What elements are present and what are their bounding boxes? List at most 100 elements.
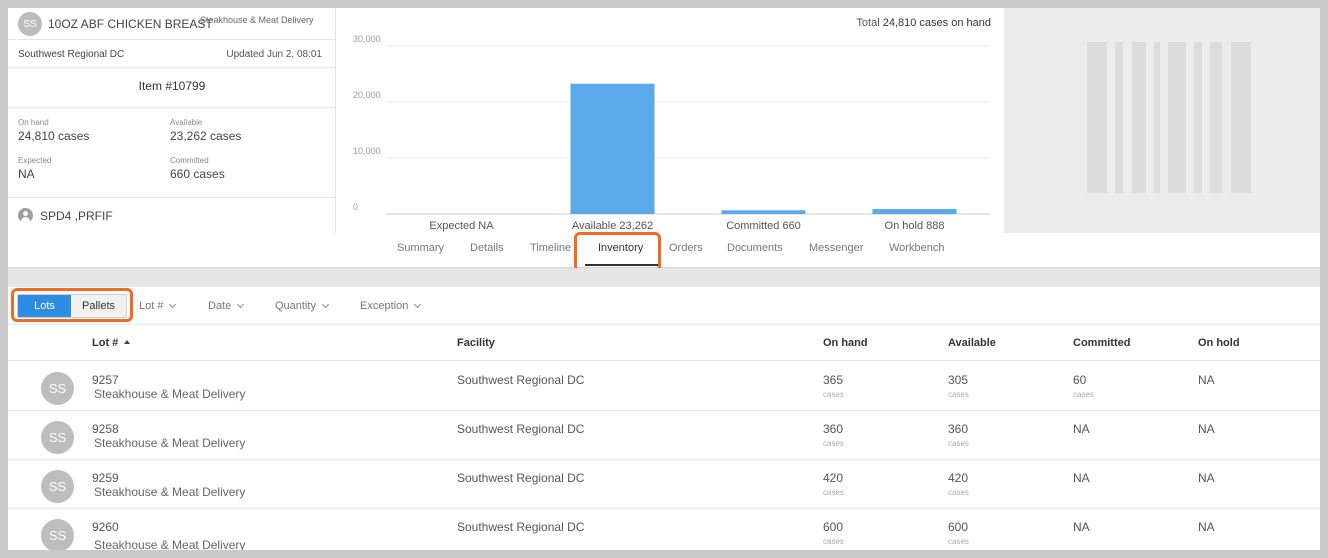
item-vendor: Steakhouse & Meat Delivery bbox=[200, 15, 314, 25]
table-row[interactable]: SS 9260 Steakhouse & Meat Delivery South… bbox=[8, 509, 1320, 550]
on-hand-stat: On hand 24,810 cases bbox=[18, 118, 89, 143]
on-hand-label: On hand bbox=[18, 118, 49, 127]
column-header-facility[interactable]: Facility bbox=[457, 337, 495, 349]
inventory-tab-highlight bbox=[574, 232, 661, 272]
lot-on-hand: 420 bbox=[823, 471, 844, 485]
table-header: Lot # Facility On hand Available Committ… bbox=[8, 325, 1320, 361]
tab-bar: Summary Details Timeline Inventory Order… bbox=[8, 233, 1320, 268]
user-icon bbox=[18, 208, 33, 223]
facility-name: Southwest Regional DC bbox=[18, 49, 125, 60]
quantity-filter-label: Quantity bbox=[275, 300, 316, 312]
vendor-avatar: SS bbox=[41, 519, 74, 550]
on-hand-unit: cases bbox=[823, 390, 844, 399]
lot-filter-label: Lot # bbox=[139, 300, 164, 312]
exception-filter-label: Exception bbox=[360, 300, 409, 312]
chart-bar-committed[interactable] bbox=[721, 210, 806, 214]
vendor-avatar: SS bbox=[41, 470, 74, 503]
lot-committed: NA bbox=[1073, 422, 1090, 436]
expected-label: Expected bbox=[18, 156, 52, 165]
assigned-user-row: SPD4 ,PRFIF bbox=[8, 197, 336, 233]
lot-on-hold: NA bbox=[1198, 471, 1215, 485]
lot-on-hand: 365 bbox=[823, 373, 844, 387]
available-unit: cases bbox=[948, 439, 969, 448]
app-frame: SS 10OZ ABF CHICKEN BREAST Steakhouse & … bbox=[8, 8, 1320, 550]
chevron-down-icon bbox=[169, 300, 177, 309]
table-row[interactable]: SS 9259 Steakhouse & Meat Delivery South… bbox=[8, 460, 1320, 509]
lot-available: 360 bbox=[948, 422, 969, 436]
tab-summary[interactable]: Summary bbox=[397, 242, 444, 254]
lot-available: 420 bbox=[948, 471, 969, 485]
on-hand-unit: cases bbox=[823, 488, 844, 497]
lot-vendor: Steakhouse & Meat Delivery bbox=[94, 538, 246, 550]
lot-number: 9259 bbox=[92, 471, 119, 485]
column-lot-label: Lot # bbox=[92, 337, 119, 349]
committed-value: 660 cases bbox=[170, 167, 225, 181]
tab-orders[interactable]: Orders bbox=[669, 242, 703, 254]
y-tick-label: 10,000 bbox=[353, 146, 381, 156]
y-tick-label: 20,000 bbox=[353, 90, 381, 100]
tab-documents[interactable]: Documents bbox=[727, 242, 783, 254]
lot-committed: NA bbox=[1073, 471, 1090, 485]
column-header-lot[interactable]: Lot # bbox=[92, 337, 131, 349]
item-number: Item #10799 bbox=[138, 79, 206, 93]
vendor-avatar: SS bbox=[18, 12, 42, 36]
chart-total-prefix: Total bbox=[856, 17, 880, 29]
lot-on-hold: NA bbox=[1198, 520, 1215, 534]
column-header-available[interactable]: Available bbox=[948, 337, 996, 349]
exception-filter-dropdown[interactable]: Exception bbox=[360, 300, 422, 312]
committed-stat: Committed 660 cases bbox=[170, 156, 225, 181]
item-summary-panel: SS 10OZ ABF CHICKEN BREAST Steakhouse & … bbox=[8, 8, 336, 233]
available-unit: cases bbox=[948, 537, 969, 546]
lot-on-hand: 600 bbox=[823, 520, 844, 534]
barcode-placeholder bbox=[1004, 8, 1320, 233]
on-hand-unit: cases bbox=[823, 439, 844, 448]
lot-committed: 60 bbox=[1073, 373, 1087, 387]
lot-vendor: Steakhouse & Meat Delivery bbox=[94, 436, 246, 450]
chevron-down-icon bbox=[414, 300, 422, 309]
chevron-down-icon bbox=[321, 300, 330, 309]
lot-number: 9257 bbox=[92, 373, 119, 387]
updated-timestamp: Updated Jun 2, 08:01 bbox=[226, 49, 322, 60]
x-category-label: On hold 888 bbox=[885, 220, 945, 232]
tab-details[interactable]: Details bbox=[470, 242, 504, 254]
item-header: SS 10OZ ABF CHICKEN BREAST Steakhouse & … bbox=[8, 8, 1320, 233]
available-stat: Available 23,262 cases bbox=[170, 118, 241, 143]
chart-bar-available[interactable] bbox=[570, 83, 655, 214]
available-unit: cases bbox=[948, 488, 969, 497]
item-number-row: Item #10799 bbox=[8, 68, 336, 108]
committed-unit: cases bbox=[1073, 390, 1094, 399]
lot-committed: NA bbox=[1073, 520, 1090, 534]
quantity-filter-dropdown[interactable]: Quantity bbox=[275, 300, 330, 312]
column-header-on-hand[interactable]: On hand bbox=[823, 337, 868, 349]
on-hand-value: 24,810 cases bbox=[18, 129, 90, 143]
x-category-label: Committed 660 bbox=[726, 220, 801, 232]
lot-facility: Southwest Regional DC bbox=[457, 520, 585, 534]
tab-timeline[interactable]: Timeline bbox=[530, 242, 571, 254]
table-row[interactable]: SS 9257 Steakhouse & Meat Delivery South… bbox=[8, 362, 1320, 411]
lot-vendor: Steakhouse & Meat Delivery bbox=[94, 387, 246, 401]
lot-filter-dropdown[interactable]: Lot # bbox=[139, 300, 177, 312]
date-filter-dropdown[interactable]: Date bbox=[208, 300, 245, 312]
available-unit: cases bbox=[948, 390, 969, 399]
lot-on-hand: 360 bbox=[823, 422, 844, 436]
section-divider bbox=[8, 268, 1320, 287]
date-filter-label: Date bbox=[208, 300, 232, 312]
item-title-row: SS 10OZ ABF CHICKEN BREAST Steakhouse & … bbox=[8, 8, 336, 40]
lot-facility: Southwest Regional DC bbox=[457, 373, 585, 387]
column-header-on-hold[interactable]: On hold bbox=[1198, 337, 1240, 349]
column-header-committed[interactable]: Committed bbox=[1073, 337, 1130, 349]
on-hand-unit: cases bbox=[823, 537, 844, 546]
x-category-label: Expected NA bbox=[429, 220, 494, 232]
lot-number: 9260 bbox=[92, 520, 119, 534]
sort-ascending-icon bbox=[124, 340, 131, 344]
tab-messenger[interactable]: Messenger bbox=[809, 242, 863, 254]
lot-vendor: Steakhouse & Meat Delivery bbox=[94, 485, 246, 499]
inventory-chart-panel: Total 24,810 cases on hand 0 10,000 20,000… bbox=[336, 8, 1004, 233]
tab-workbench[interactable]: Workbench bbox=[889, 242, 944, 254]
available-value: 23,262 cases bbox=[170, 129, 242, 143]
toggle-highlight bbox=[11, 288, 133, 322]
lot-available: 305 bbox=[948, 373, 969, 387]
chart-bar-on-hold[interactable] bbox=[872, 209, 957, 214]
table-row[interactable]: SS 9258 Steakhouse & Meat Delivery South… bbox=[8, 411, 1320, 460]
lot-available: 600 bbox=[948, 520, 969, 534]
